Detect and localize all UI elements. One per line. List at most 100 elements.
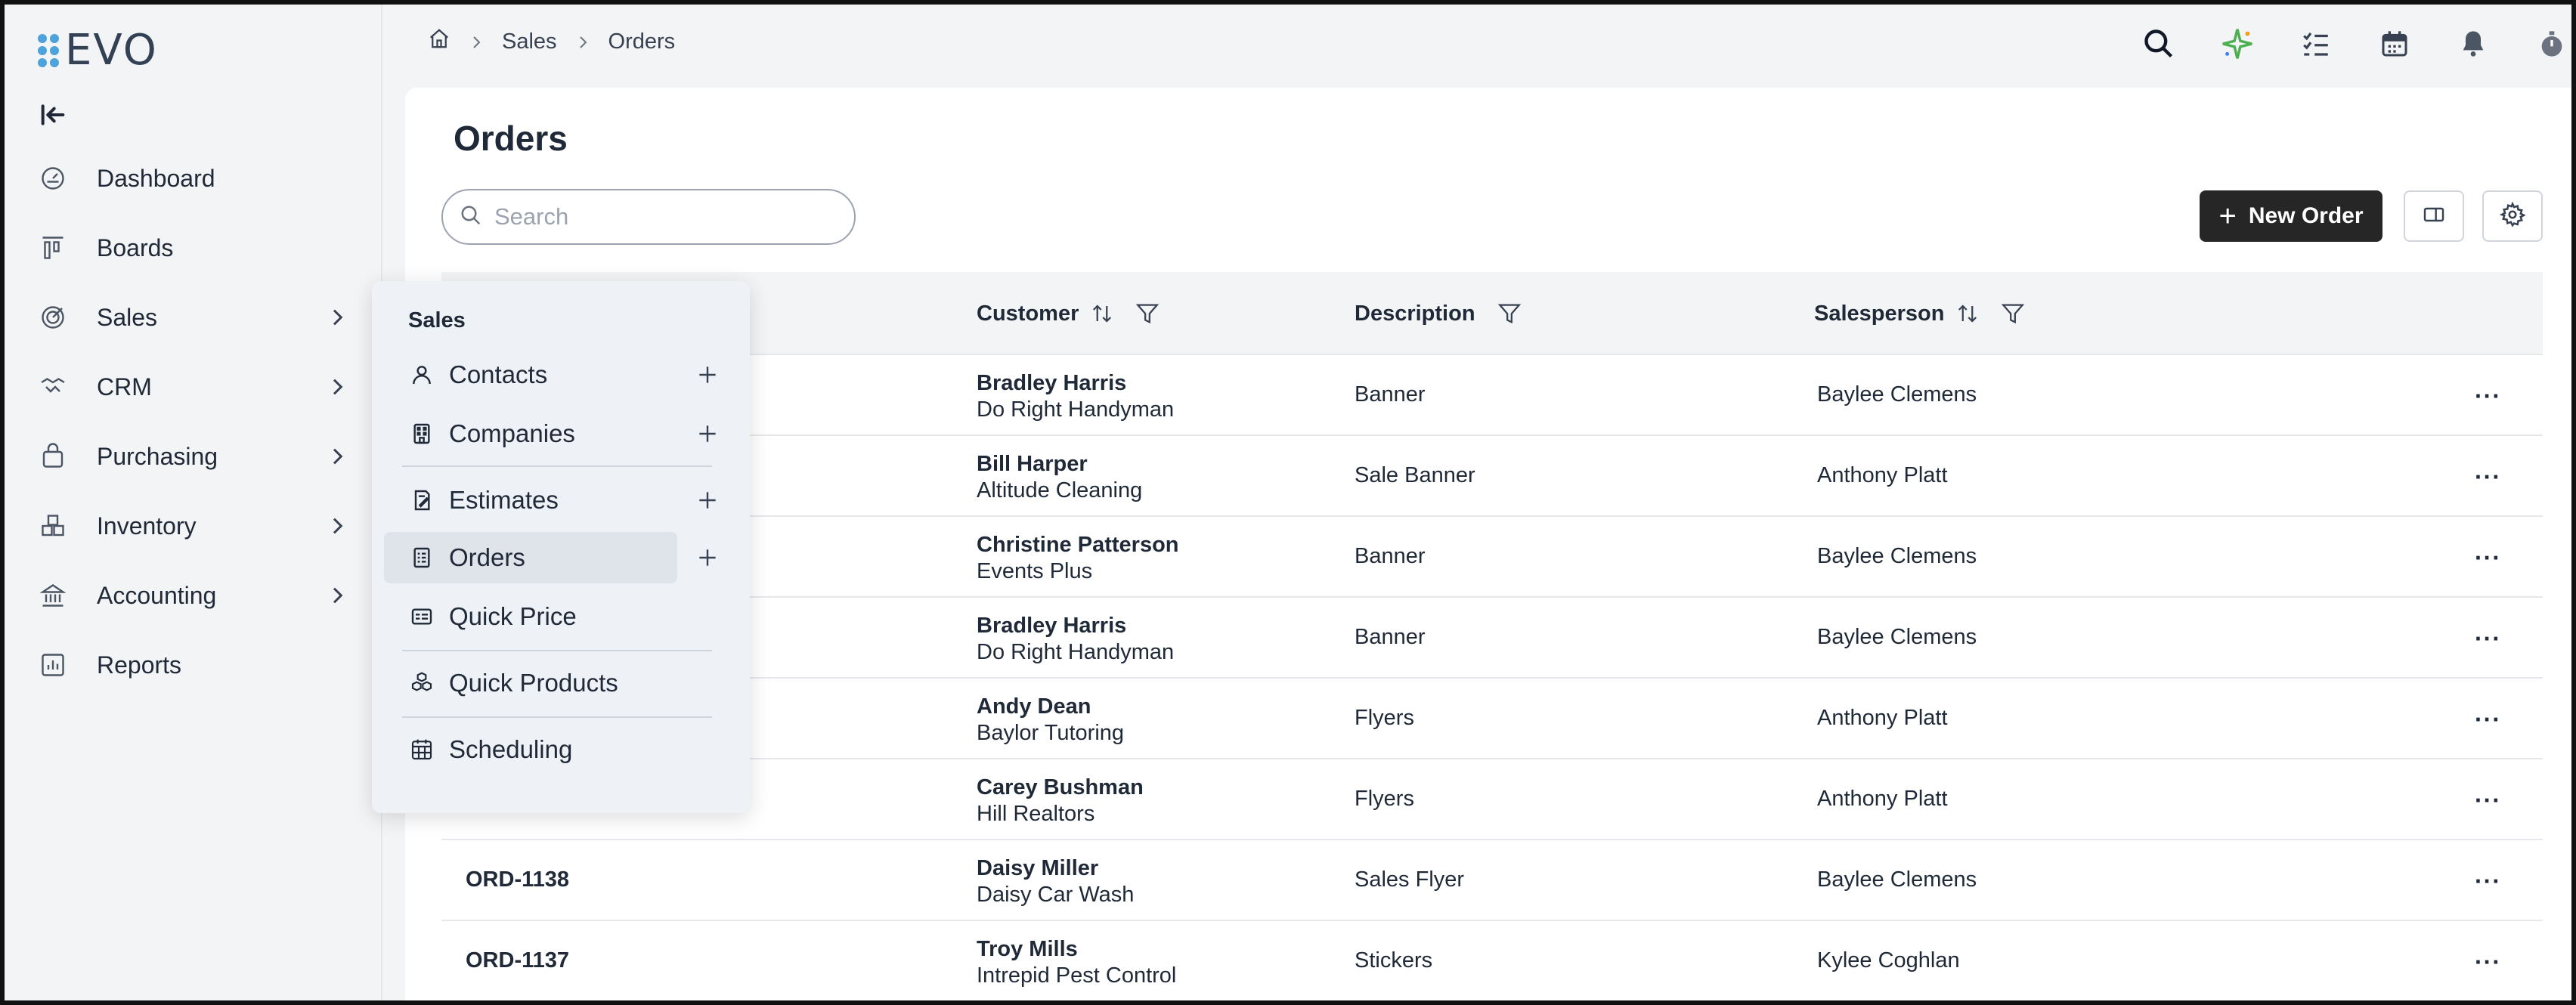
flyout-item-contacts[interactable]: Contacts: [384, 349, 732, 400]
flyout-item-label: Estimates: [449, 486, 559, 514]
page-title: Orders: [454, 119, 568, 158]
description-cell: Sales Flyer: [1355, 867, 1465, 892]
collapse-sidebar-icon[interactable]: [38, 100, 68, 130]
filter-icon[interactable]: [1497, 301, 1522, 326]
description-cell: Sale Banner: [1355, 463, 1475, 487]
more-options-icon[interactable]: ···: [2475, 706, 2501, 734]
sidebar-item-label: Inventory: [97, 512, 197, 540]
search-input[interactable]: [494, 203, 827, 230]
salesperson-cell: Baylee Clemens: [1817, 544, 1977, 568]
order-id[interactable]: ORD-1137: [466, 948, 569, 973]
stopwatch-icon[interactable]: [2532, 24, 2571, 63]
table-row[interactable]: Bradley Harris Do Right Handyman Banner …: [441, 598, 2543, 679]
table-row[interactable]: Bill Harper Altitude Cleaning Sale Banne…: [441, 436, 2543, 517]
chevron-right-icon: [467, 32, 485, 51]
ai-sparkle-icon[interactable]: [2218, 24, 2257, 63]
add-order-icon[interactable]: [695, 546, 720, 570]
filter-icon[interactable]: [1135, 301, 1160, 326]
more-options-icon[interactable]: ···: [2475, 787, 2501, 815]
bank-icon: [38, 580, 68, 611]
building-icon: [410, 422, 434, 446]
customer-company: Do Right Handyman: [977, 640, 1175, 664]
settings-button[interactable]: [2482, 190, 2543, 242]
task-list-icon[interactable]: [2296, 24, 2336, 63]
sort-icon[interactable]: [1956, 302, 1979, 325]
more-options-icon[interactable]: ···: [2475, 463, 2501, 491]
flyout-item-scheduling[interactable]: Scheduling: [384, 724, 732, 775]
evo-logo[interactable]: EVO: [38, 26, 158, 75]
table-row[interactable]: Bradley Harris Do Right Handyman Banner …: [441, 355, 2543, 436]
customer-cell: Bill Harper Altitude Cleaning: [977, 451, 1142, 504]
customer-cell: Bradley Harris Do Right Handyman: [977, 370, 1174, 423]
sidebar-item-accounting[interactable]: Accounting: [5, 561, 382, 630]
sort-icon[interactable]: [1091, 302, 1113, 325]
table-row[interactable]: Christine Patterson Events Plus Banner B…: [441, 517, 2543, 598]
column-salesperson[interactable]: Salesperson: [1814, 301, 2026, 326]
filter-icon[interactable]: [2000, 301, 2026, 326]
sidebar-item-sales[interactable]: Sales: [5, 283, 382, 352]
flyout-item-label: Orders: [449, 543, 525, 571]
customer-company: Hill Realtors: [977, 802, 1095, 826]
split-panel-icon: [2422, 203, 2446, 230]
chevron-right-icon: [325, 305, 349, 329]
add-estimate-icon[interactable]: [695, 488, 720, 512]
breadcrumb-orders[interactable]: Orders: [608, 29, 676, 54]
shopping-bag-icon: [38, 441, 68, 472]
customer-name: Daisy Miller: [977, 856, 1099, 880]
sidebar-item-boards[interactable]: Boards: [5, 213, 382, 283]
table-row[interactable]: Carey Bushman Hill Realtors Flyers Antho…: [441, 759, 2543, 840]
flyout-item-estimates[interactable]: Estimates: [384, 475, 732, 526]
add-contact-icon[interactable]: [695, 363, 720, 387]
flyout-item-orders[interactable]: Orders: [384, 532, 677, 583]
more-options-icon[interactable]: ···: [2475, 948, 2501, 976]
order-icon: [410, 546, 434, 570]
sidebar-item-dashboard[interactable]: Dashboard: [5, 144, 382, 213]
customer-name: Bradley Harris: [977, 371, 1127, 395]
more-options-icon[interactable]: ···: [2475, 544, 2501, 572]
customer-name: Bradley Harris: [977, 614, 1127, 638]
sidebar-item-label: Boards: [97, 233, 174, 261]
more-options-icon[interactable]: ···: [2475, 625, 2501, 653]
price-card-icon: [410, 605, 434, 629]
column-description[interactable]: Description: [1355, 301, 1522, 326]
person-icon: [410, 363, 434, 387]
boards-icon: [38, 233, 68, 263]
column-view-button[interactable]: [2404, 190, 2464, 242]
customer-cell: Christine Patterson Events Plus: [977, 532, 1179, 585]
search-box[interactable]: [441, 189, 856, 245]
sidebar-item-reports[interactable]: Reports: [5, 630, 382, 700]
sidebar-item-inventory[interactable]: Inventory: [5, 491, 382, 561]
sidebar-item-crm[interactable]: CRM: [5, 352, 382, 422]
order-id[interactable]: ORD-1138: [466, 867, 569, 892]
flyout-item-quick-products[interactable]: Quick Products: [384, 657, 732, 709]
table-row[interactable]: ORD-1138 Daisy Miller Daisy Car Wash Sal…: [441, 840, 2543, 921]
sidebar-item-purchasing[interactable]: Purchasing: [5, 422, 382, 491]
customer-name: Christine Patterson: [977, 533, 1179, 557]
column-label: Description: [1355, 301, 1475, 326]
flyout-item-companies[interactable]: Companies: [384, 408, 732, 459]
column-label: Salesperson: [1814, 301, 1945, 326]
salesperson-cell: Kylee Coghlan: [1817, 948, 1960, 973]
description-cell: Stickers: [1355, 948, 1433, 973]
more-options-icon[interactable]: ···: [2475, 382, 2501, 410]
flyout-item-label: Scheduling: [449, 735, 573, 763]
add-company-icon[interactable]: [695, 422, 720, 446]
breadcrumb-sales[interactable]: Sales: [502, 29, 557, 54]
chevron-right-icon: [325, 444, 349, 468]
topbar: Sales Orders: [382, 5, 2571, 80]
new-order-button[interactable]: + New Order: [2200, 190, 2382, 242]
search-icon[interactable]: [2139, 24, 2178, 63]
column-customer[interactable]: Customer: [977, 301, 1160, 326]
chevron-right-icon: [325, 583, 349, 608]
table-row[interactable]: Andy Dean Baylor Tutoring Flyers Anthony…: [441, 679, 2543, 759]
home-icon[interactable]: [428, 27, 450, 56]
bell-icon[interactable]: [2454, 24, 2493, 63]
table-row[interactable]: ORD-1137 Troy Mills Intrepid Pest Contro…: [441, 921, 2543, 1002]
sidebar-item-label: Sales: [97, 303, 158, 331]
flyout-item-quick-price[interactable]: Quick Price: [384, 591, 732, 642]
customer-name: Carey Bushman: [977, 775, 1144, 799]
calendar-icon[interactable]: [2375, 24, 2414, 63]
flyout-item-label: Companies: [449, 419, 575, 447]
salesperson-cell: Anthony Platt: [1817, 706, 1948, 730]
more-options-icon[interactable]: ···: [2475, 867, 2501, 895]
